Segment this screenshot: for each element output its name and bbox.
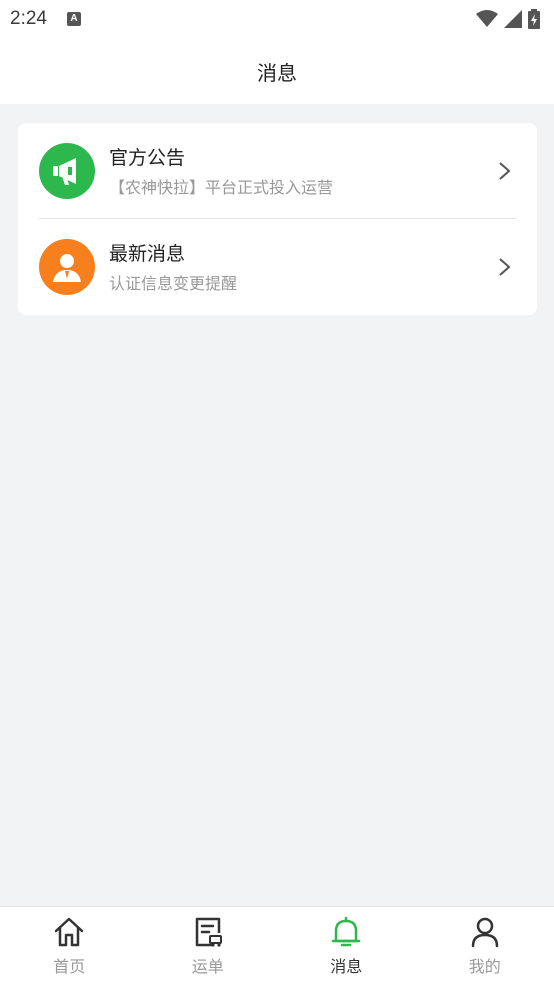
announcement-avatar xyxy=(39,143,95,199)
cell-signal-icon xyxy=(504,10,522,28)
bell-icon xyxy=(332,916,361,947)
latest-avatar xyxy=(39,239,95,295)
status-time: 2:24 xyxy=(10,8,47,29)
page-header: 消息 xyxy=(0,38,554,104)
tab-waybill[interactable]: 运单 xyxy=(139,907,278,984)
wifi-icon xyxy=(476,10,498,27)
chevron-right-icon xyxy=(499,258,511,276)
announcement-text: 官方公告 【农神快拉】平台正式投入运营 xyxy=(109,145,333,198)
bottom-tab-bar: 首页 运单 消息 我的 xyxy=(0,906,554,984)
waybill-icon xyxy=(195,917,222,947)
profile-icon xyxy=(471,917,498,948)
message-subtitle: 【农神快拉】平台正式投入运营 xyxy=(109,177,334,197)
status-indicators xyxy=(476,9,540,29)
message-subtitle: 认证信息变更提醒 xyxy=(109,273,238,293)
tab-label: 消息 xyxy=(330,957,363,976)
tab-messages[interactable]: 消息 xyxy=(277,907,416,984)
battery-icon xyxy=(528,9,540,29)
tab-label: 我的 xyxy=(468,957,501,976)
message-list: 官方公告 【农神快拉】平台正式投入运营 最新消息 认证信息变更提醒 xyxy=(18,123,537,315)
megaphone-icon xyxy=(53,158,76,185)
message-item-announcement[interactable]: 官方公告 【农神快拉】平台正式投入运营 xyxy=(18,123,537,219)
notification-app-icon: A xyxy=(66,12,81,26)
message-title: 最新消息 xyxy=(109,242,186,265)
tab-label: 运单 xyxy=(191,957,224,976)
message-item-latest[interactable]: 最新消息 认证信息变更提醒 xyxy=(18,219,537,315)
person-icon xyxy=(53,254,81,282)
tab-home[interactable]: 首页 xyxy=(0,907,139,984)
page-title: 消息 xyxy=(257,60,297,85)
latest-text: 最新消息 认证信息变更提醒 xyxy=(109,241,237,294)
tab-profile[interactable]: 我的 xyxy=(416,907,554,984)
status-bar: 2:24 A xyxy=(0,0,554,38)
message-title: 官方公告 xyxy=(109,146,186,169)
chevron-right-icon xyxy=(499,162,511,180)
home-icon xyxy=(55,917,84,947)
tab-label: 首页 xyxy=(53,957,86,976)
